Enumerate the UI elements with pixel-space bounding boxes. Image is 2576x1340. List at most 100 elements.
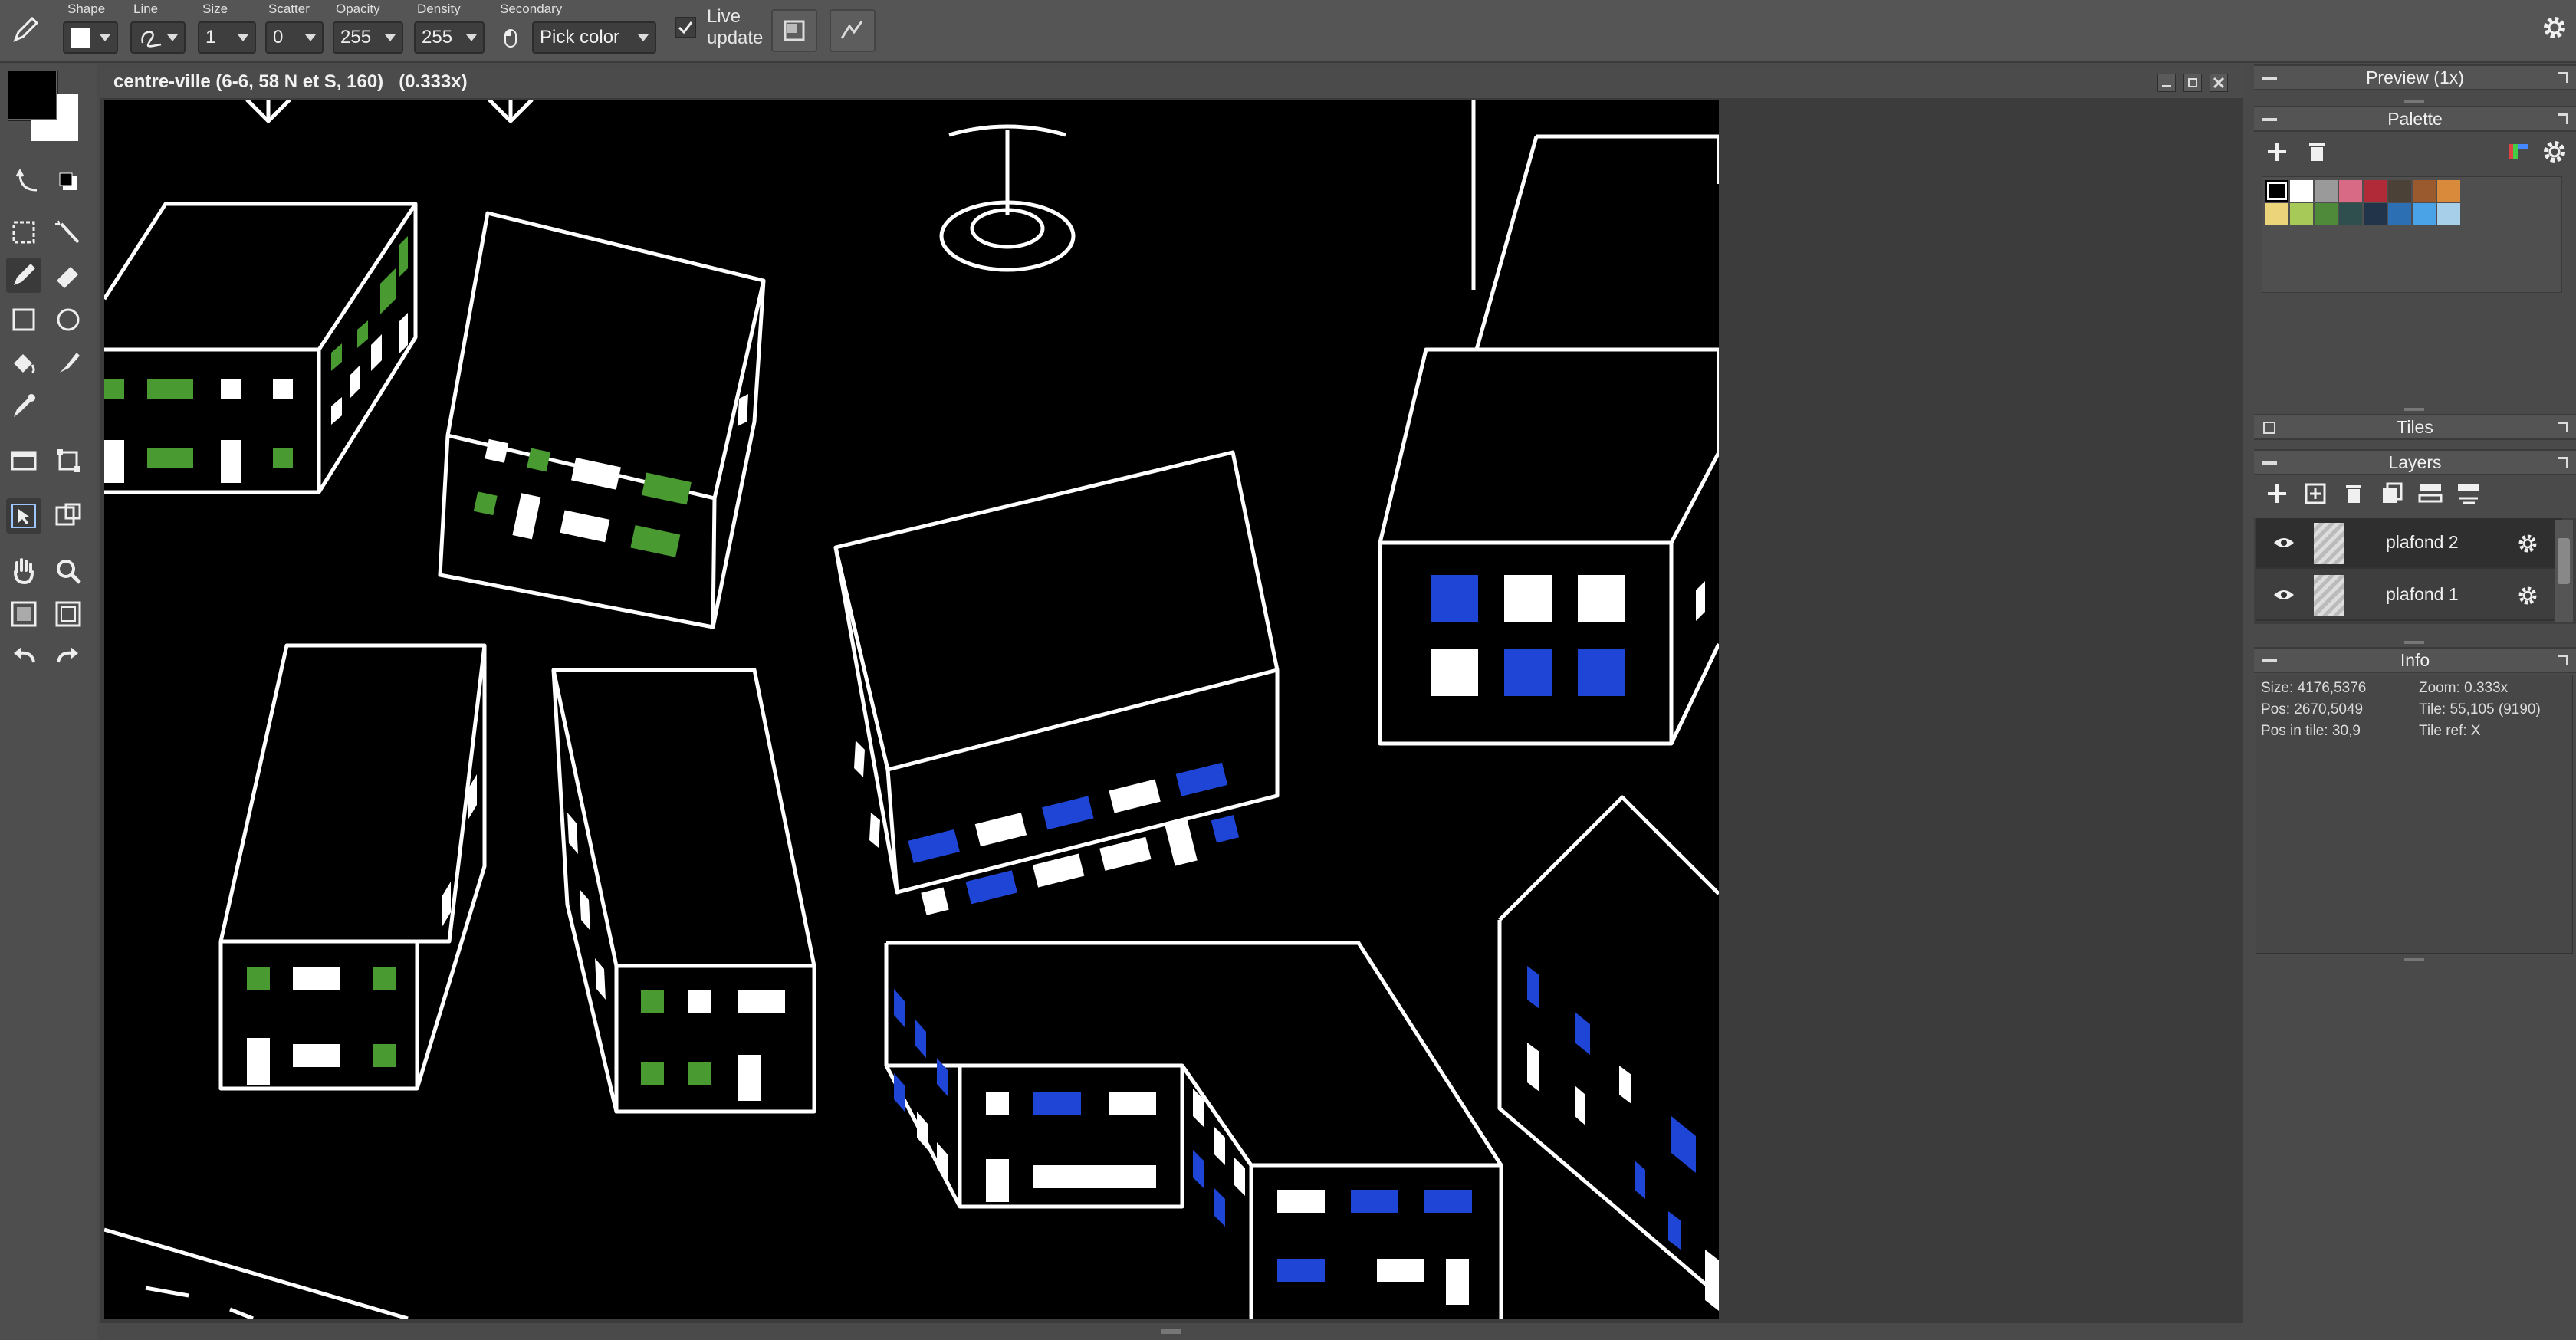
collapse-icon[interactable] xyxy=(2262,659,2277,662)
density-label: Density xyxy=(417,2,461,16)
palette-swatch[interactable] xyxy=(2266,180,2288,202)
float-panel-icon[interactable] xyxy=(2558,457,2568,468)
palette-swatch[interactable] xyxy=(2290,203,2313,225)
live-update-checkbox[interactable] xyxy=(675,17,696,38)
layer-name: plafond 1 xyxy=(2386,584,2459,604)
minimize-window-button[interactable] xyxy=(2157,74,2176,92)
close-window-button[interactable] xyxy=(2210,74,2228,92)
float-panel-icon[interactable] xyxy=(2558,655,2568,665)
drawing-canvas[interactable] xyxy=(102,98,1721,1321)
eyedropper-tool[interactable] xyxy=(6,388,41,423)
symmetry-button[interactable] xyxy=(830,9,876,52)
zoom-tool[interactable] xyxy=(51,553,86,589)
preview-panel-header[interactable]: Preview (1x) xyxy=(2254,64,2576,90)
float-panel-icon[interactable] xyxy=(2558,113,2568,124)
palette-swatch[interactable] xyxy=(2266,203,2288,225)
default-colors-button[interactable] xyxy=(51,164,86,199)
brush-icon xyxy=(60,353,80,373)
size-label: Size xyxy=(202,2,228,16)
redo-button[interactable] xyxy=(51,639,86,675)
palette-swatch[interactable] xyxy=(2315,203,2338,225)
size-select[interactable]: 1 xyxy=(198,21,256,54)
scatter-select[interactable]: 0 xyxy=(265,21,324,54)
layer-name: plafond 2 xyxy=(2386,532,2459,552)
eraser-icon xyxy=(57,267,78,288)
palette-mode-button[interactable] xyxy=(2501,135,2535,169)
layer-row[interactable]: plafond 1 xyxy=(2256,570,2562,621)
palette-settings-button[interactable] xyxy=(2538,135,2571,169)
line-dropdown[interactable] xyxy=(130,21,186,54)
grid-select-icon xyxy=(55,503,81,526)
fit-screen-button[interactable] xyxy=(6,596,41,632)
add-layer-button[interactable] xyxy=(2260,477,2294,511)
collapse-icon[interactable] xyxy=(2262,118,2277,121)
info-zoom: Zoom: 0.333x xyxy=(2419,680,2509,696)
palette-swatch[interactable] xyxy=(2388,180,2411,202)
palette-swatch[interactable] xyxy=(2290,180,2313,202)
delete-layer-button[interactable] xyxy=(2337,477,2371,511)
palette-swatch[interactable] xyxy=(2437,203,2460,225)
eye-icon[interactable] xyxy=(2272,586,2295,604)
layer-icon xyxy=(11,451,37,471)
actual-size-button[interactable] xyxy=(51,596,86,632)
transform-tool[interactable] xyxy=(51,443,86,478)
gear-icon[interactable] xyxy=(2515,530,2541,557)
palette-swatch[interactable] xyxy=(2437,180,2460,202)
swap-colors-button[interactable] xyxy=(11,164,46,199)
gear-icon[interactable] xyxy=(2515,583,2541,609)
palette-swatch[interactable] xyxy=(2413,180,2436,202)
current-tool-pencil-icon[interactable] xyxy=(8,12,43,48)
merge-layer-button[interactable] xyxy=(2413,477,2447,511)
expand-icon[interactable] xyxy=(2263,422,2275,434)
eraser-tool[interactable] xyxy=(51,258,86,293)
float-panel-icon[interactable] xyxy=(2558,72,2568,83)
trash-icon xyxy=(2309,143,2325,161)
preview-panel-title: Preview (1x) xyxy=(2366,67,2464,87)
collapse-icon[interactable] xyxy=(2262,77,2277,80)
fill-tool[interactable] xyxy=(6,345,41,380)
tiles-panel-header[interactable]: Tiles xyxy=(2254,414,2576,440)
density-value: 255 xyxy=(422,27,453,48)
layer-tool[interactable] xyxy=(6,443,41,478)
info-panel-header[interactable]: Info xyxy=(2254,647,2576,673)
rect-select-tool[interactable] xyxy=(6,215,41,250)
palette-swatch[interactable] xyxy=(2339,180,2362,202)
settings-button[interactable] xyxy=(2539,12,2570,43)
pan-tool[interactable] xyxy=(6,553,41,589)
flatten-layer-button[interactable] xyxy=(2452,477,2486,511)
palette-swatch[interactable] xyxy=(2339,203,2362,225)
palette-swatch[interactable] xyxy=(2388,203,2411,225)
secondary-select[interactable]: Pick color xyxy=(532,21,656,54)
palette-swatch[interactable] xyxy=(2364,203,2387,225)
restore-window-button[interactable] xyxy=(2183,74,2202,92)
layer-mode-button[interactable] xyxy=(771,9,817,52)
pencil-tool[interactable] xyxy=(6,258,41,293)
windows-d xyxy=(247,774,477,1085)
eye-icon[interactable] xyxy=(2272,534,2295,552)
undo-button[interactable] xyxy=(6,639,41,675)
duplicate-layer-button[interactable] xyxy=(2375,477,2409,511)
delete-color-button[interactable] xyxy=(2300,135,2334,169)
palette-panel-header[interactable]: Palette xyxy=(2254,106,2576,132)
add-group-button[interactable] xyxy=(2298,477,2332,511)
palette-swatch[interactable] xyxy=(2315,180,2338,202)
opacity-select[interactable]: 255 xyxy=(333,21,403,54)
collapse-icon[interactable] xyxy=(2262,461,2277,465)
float-panel-icon[interactable] xyxy=(2558,422,2568,432)
layer-row[interactable]: plafond 2 xyxy=(2256,518,2562,569)
rectangle-tool[interactable] xyxy=(6,302,41,337)
layers-panel-header[interactable]: Layers xyxy=(2254,449,2576,475)
brush-tool[interactable] xyxy=(51,345,86,380)
layer-list-scrollbar[interactable] xyxy=(2555,520,2573,622)
grid-tool[interactable] xyxy=(51,498,86,534)
add-color-button[interactable] xyxy=(2260,135,2294,169)
pointer-tool[interactable] xyxy=(6,498,41,534)
gear-icon xyxy=(2544,17,2565,38)
palette-swatch[interactable] xyxy=(2413,203,2436,225)
magic-wand-tool[interactable] xyxy=(51,215,86,250)
density-select[interactable]: 255 xyxy=(414,21,485,54)
palette-swatch[interactable] xyxy=(2364,180,2387,202)
canvas-bottom-splitter[interactable] xyxy=(1161,1329,1181,1334)
shape-dropdown[interactable] xyxy=(63,21,118,54)
ellipse-tool[interactable] xyxy=(51,302,86,337)
